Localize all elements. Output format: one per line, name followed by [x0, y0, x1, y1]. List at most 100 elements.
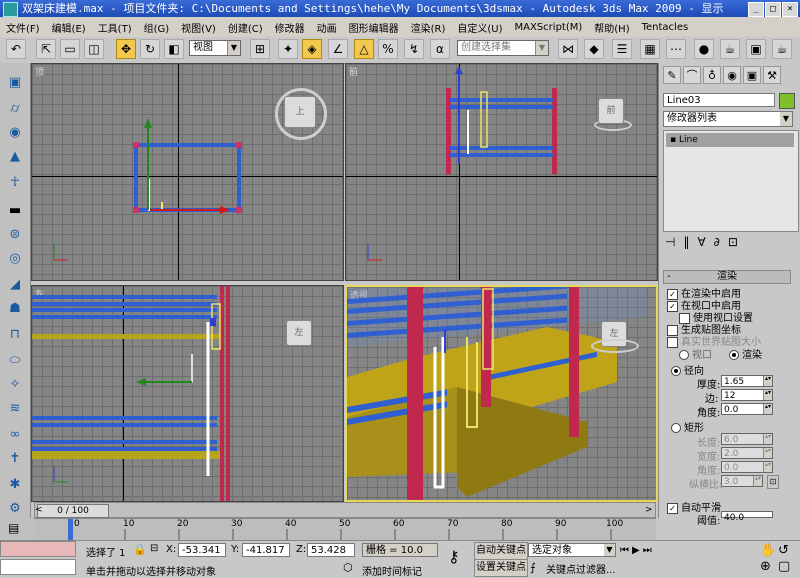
rollout-render[interactable]: - 渲染 — [663, 270, 791, 284]
maximize-button[interactable]: □ — [765, 2, 781, 17]
menu-maxscript[interactable]: MAXScript(M) — [509, 22, 589, 33]
plane-icon[interactable]: ▬ — [5, 201, 25, 221]
track-bar-toggle[interactable]: ▤ — [0, 518, 34, 540]
angle2-spinner[interactable]: 0.0 ▴▾ — [721, 461, 773, 473]
length-spinner[interactable]: 6.0 ▴▾ — [721, 433, 773, 445]
key-icon[interactable]: ⚷ — [448, 547, 460, 566]
layer-icon[interactable]: ☰ — [612, 39, 632, 59]
select-scale-icon[interactable]: ◧ — [164, 39, 184, 59]
window-crossing-icon[interactable]: ◫ — [84, 39, 104, 59]
display-tab-icon[interactable]: ▣ — [743, 66, 761, 84]
maxscript-mini-listener[interactable] — [0, 559, 76, 575]
menu-edit[interactable]: 编辑(E) — [46, 20, 92, 35]
zoom-extents-icon[interactable]: ⊕ — [760, 559, 771, 574]
reference-coord-combo[interactable]: 视图 ▼ — [189, 40, 241, 56]
y-coord-field[interactable]: -41.817 — [242, 543, 290, 557]
menu-modifiers[interactable]: 修改器 — [269, 20, 311, 35]
viewport-front[interactable]: 前 前 — [345, 63, 658, 281]
menu-group[interactable]: 组(G) — [138, 20, 176, 35]
time-slider-thumb[interactable]: 0 / 100 — [37, 504, 109, 518]
stack-item-line[interactable]: ▪ Line — [666, 133, 794, 147]
menu-views[interactable]: 视图(V) — [175, 20, 222, 35]
sides-spinner[interactable]: 12 ▴▾ — [721, 389, 773, 401]
edit-named-sel-icon[interactable]: ↯ — [404, 39, 424, 59]
menu-file[interactable]: 文件(F) — [0, 20, 46, 35]
object-color-swatch[interactable] — [779, 93, 795, 109]
unique-icon[interactable]: ∀ — [697, 235, 713, 249]
remove-modifier-icon[interactable]: ∂ — [714, 235, 728, 249]
biped-icon[interactable]: ✝ — [5, 449, 25, 469]
select-move-icon[interactable]: ✥ — [116, 39, 136, 59]
pan-view-icon[interactable]: ✋ — [760, 543, 776, 558]
viewport-radio[interactable]: 视口 — [679, 346, 712, 361]
viewport-top[interactable]: 顶 上 — [31, 63, 344, 281]
prev-frame-icon[interactable]: < — [35, 505, 43, 515]
x-coord-field[interactable]: -53.341 — [178, 543, 226, 557]
width-spinner[interactable]: 2.0 ▴▾ — [721, 447, 773, 459]
torus-icon[interactable]: ◎ — [5, 249, 25, 269]
menu-customize[interactable]: 自定义(U) — [451, 20, 508, 35]
key-mode-combo[interactable]: 选定对象 ▼ — [528, 543, 616, 557]
viewcube-left[interactable]: 左 — [286, 320, 312, 346]
maximize-viewport-icon[interactable]: ▢ — [778, 559, 790, 574]
thickness-spinner[interactable]: 1.65 ▴▾ — [721, 375, 773, 387]
fan-icon[interactable]: ✱ — [5, 475, 25, 495]
play-icon[interactable]: ▶ — [632, 545, 643, 556]
modifier-list-combo[interactable]: 修改器列表 ▼ — [663, 111, 793, 127]
pin-stack-icon[interactable]: ⊣ — [665, 235, 683, 249]
go-end-icon[interactable]: ⏭ — [643, 545, 655, 556]
z-coord-field[interactable]: 53.428 — [307, 543, 355, 557]
lock-selection-icon[interactable]: 🔒 — [133, 543, 147, 556]
select-icon[interactable]: ⇱ — [36, 39, 56, 59]
hedra-icon[interactable]: ✧ — [5, 375, 25, 395]
menu-help[interactable]: 帮助(H) — [588, 20, 635, 35]
pyramid-icon[interactable]: ◢ — [5, 275, 25, 295]
viewcube-front[interactable]: 前 — [598, 98, 624, 124]
cylinder-icon[interactable]: ⌭ — [5, 99, 25, 119]
modify-tab-icon[interactable]: ⌒ — [683, 66, 701, 84]
sphere-icon[interactable]: ◉ — [5, 123, 25, 143]
percent-snap-icon[interactable]: △ — [354, 39, 374, 59]
cone-icon[interactable]: ▲ — [5, 147, 25, 167]
figure-icon[interactable]: ☥ — [5, 173, 25, 193]
spinner-snap-icon[interactable]: % — [378, 39, 398, 59]
pivot-icon[interactable]: ⊞ — [250, 39, 270, 59]
render-radio[interactable]: 渲染 — [729, 346, 762, 361]
gear-icon[interactable]: ⚙ — [5, 499, 25, 519]
viewport-left[interactable]: 左 左 — [31, 285, 344, 502]
time-slider[interactable]: 0 / 100 < > — [34, 502, 656, 518]
lock-icon[interactable]: ⊡ — [767, 475, 779, 489]
set-key-button[interactable]: 设置关键点 — [474, 559, 528, 577]
schematic-icon[interactable]: ⋯ — [666, 39, 686, 59]
utilities-tab-icon[interactable]: ⚒ — [763, 66, 781, 84]
threshold-spinner[interactable]: 40.0 — [721, 511, 773, 523]
mini-curve-editor-icon[interactable]: ▤ — [8, 521, 19, 535]
render-setup-icon[interactable]: ☕ — [720, 39, 740, 59]
manipulate-icon[interactable]: ✦ — [278, 39, 298, 59]
tube-icon[interactable]: ⊜ — [5, 225, 25, 245]
render-frame-icon[interactable]: ▣ — [746, 39, 766, 59]
box-icon[interactable]: ▣ — [5, 73, 25, 93]
menu-create[interactable]: 创建(C) — [222, 20, 269, 35]
mirror-icon[interactable]: ⋈ — [558, 39, 578, 59]
close-button[interactable]: × — [782, 2, 798, 17]
create-tab-icon[interactable]: ✎ — [663, 66, 681, 84]
absolute-mode-icon[interactable]: ⊟ — [150, 543, 158, 554]
angle-spinner[interactable]: 0.0 ▴▾ — [721, 403, 773, 415]
rectangular-radio[interactable]: 矩形 — [671, 419, 704, 434]
aspect-spinner[interactable]: 3.0 ▴▾ — [721, 475, 763, 487]
curve-editor-icon[interactable]: ▦ — [640, 39, 660, 59]
menu-animation[interactable]: 动画 — [311, 20, 343, 35]
capsule-icon[interactable]: ⬭ — [5, 351, 25, 371]
go-start-icon[interactable]: ⏮ — [620, 545, 632, 556]
radial-radio[interactable]: 径向 — [671, 362, 704, 377]
menu-tools[interactable]: 工具(T) — [92, 20, 138, 35]
next-frame-icon[interactable]: > — [645, 505, 653, 515]
pipe-icon[interactable]: ⊓ — [5, 325, 25, 345]
teapot-icon[interactable]: ☗ — [5, 299, 25, 319]
undo-icon[interactable]: ↶ — [6, 39, 26, 59]
quick-render-icon[interactable]: ☕ — [772, 39, 792, 59]
angle-snap-icon[interactable]: ∠ — [328, 39, 348, 59]
track-bar[interactable]: 0 10 20 30 40 50 60 70 80 90 100 — [34, 518, 656, 541]
selection-set-combo[interactable]: 创建选择集 ▼ — [457, 40, 549, 56]
